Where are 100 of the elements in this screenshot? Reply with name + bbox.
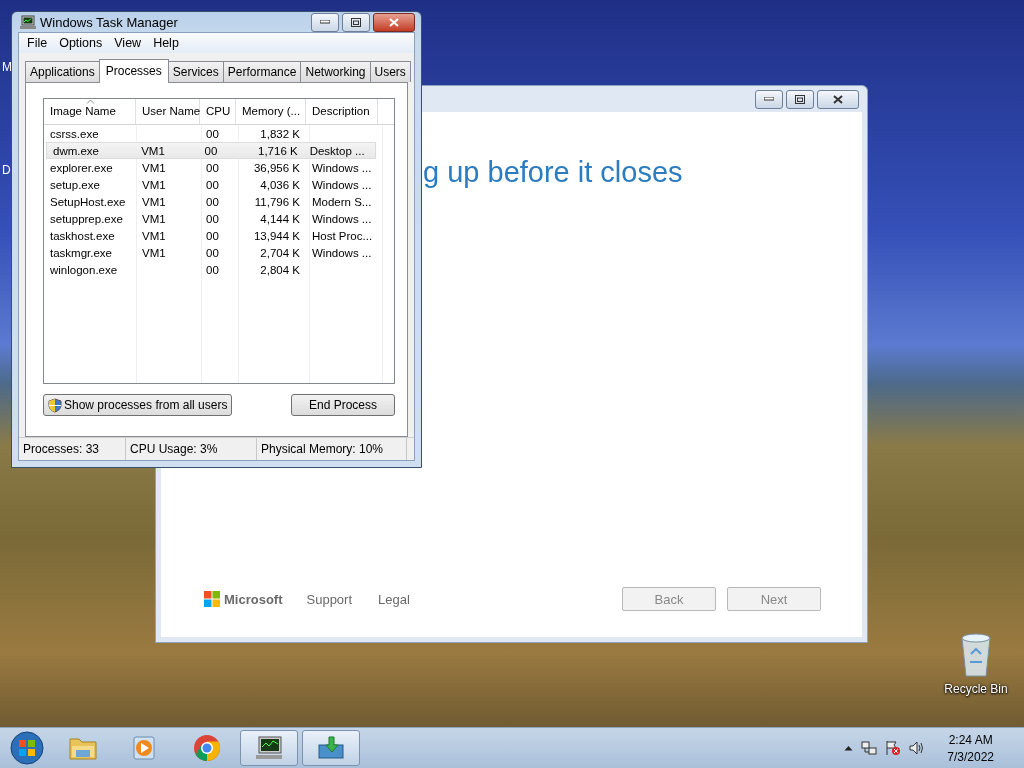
desktop-icon-label[interactable]: D [2,163,11,177]
table-cell-text: setup.exe [49,178,101,191]
minimize-icon [764,97,774,101]
show-all-users-button[interactable]: Show processes from all users [43,394,233,416]
table-cell-text: VM1 [141,161,167,174]
column-header[interactable]: Description [306,99,378,124]
close-icon [833,94,843,104]
process-row[interactable]: csrss.exe 00 1,832 K [44,125,394,142]
monitor-icon [254,735,284,761]
close-icon [389,17,399,27]
tab[interactable]: Performance [222,61,302,82]
table-cell-text: 00 [205,229,220,242]
table-cell-text: Windows ... [311,161,373,174]
recycle-bin-label: Recycle Bin [944,682,1008,696]
installer-icon [316,735,346,761]
table-cell-text: 00 [205,178,220,191]
recycle-bin-icon[interactable] [958,632,994,678]
table-cell-text: 13,944 K [252,229,301,242]
table-cell-text: Windows ... [311,212,373,225]
table-cell-text: VM1 [141,212,167,225]
status-text: Processes: 33 [19,438,126,460]
flag-icon[interactable] [885,740,902,756]
process-row[interactable]: taskhost.exe VM1 00 13,944 K Host Proc... [44,227,394,244]
minimize-button[interactable] [311,12,339,32]
status-text: Physical Memory: 10% [257,438,407,460]
column-header[interactable]: Memory (... [236,99,306,124]
tab[interactable]: Networking [300,61,371,82]
tab[interactable]: Processes [98,59,169,83]
menu-item[interactable]: Options [53,34,109,52]
table-cell-text: 00 [205,246,220,259]
table-cell-text: 00 [205,263,220,276]
maximize-icon [795,94,805,104]
desktop-icon-label[interactable]: M [2,60,12,74]
table-cell-text: Windows ... [311,246,373,259]
table-cell-text: VM1 [141,246,167,259]
clock-date[interactable]: 7/3/2022 [947,749,994,764]
table-cell-text: VM1 [140,144,166,157]
folder-icon [68,735,98,761]
volume-icon[interactable] [909,740,926,756]
table-cell-text: 00 [205,212,220,225]
menu-item[interactable]: File [21,34,54,52]
minimize-button[interactable] [755,89,783,109]
status-text: CPU Usage: 3% [126,438,257,460]
chrome-icon [193,734,221,762]
table-cell-text: Desktop ... [308,144,366,157]
minimize-icon [320,20,330,24]
table-cell-text: VM1 [141,178,167,191]
tab[interactable]: Services [167,61,224,82]
close-button[interactable] [373,12,415,32]
tab[interactable]: Users [369,61,411,82]
footer-link[interactable]: Legal [378,591,410,607]
network-icon[interactable] [861,740,878,756]
process-row[interactable]: explorer.exe VM1 00 36,956 K Windows ... [44,159,394,176]
process-row[interactable]: dwm.exe VM1 00 1,716 K Desktop ... [46,142,376,159]
clock-time[interactable]: 2:24 AM [948,732,993,747]
table-cell-text: setupprep.exe [49,212,124,225]
table-cell-text: taskmgr.exe [49,246,113,259]
table-cell-text: dwm.exe [52,144,101,157]
column-header[interactable]: CPU [200,99,236,124]
table-cell-text: csrss.exe [49,127,100,140]
monitor-icon [20,15,36,29]
taskbar-button[interactable] [240,730,298,766]
table-cell-text: VM1 [141,195,167,208]
table-cell-text: explorer.exe [49,161,114,174]
table-cell-text: winlogon.exe [49,263,119,276]
column-header[interactable]: User Name [136,99,200,124]
end-process-button[interactable]: End Process [290,394,395,416]
window-title: Windows Task Manager [40,14,179,30]
show-hidden-icons-icon[interactable] [844,745,854,751]
table-cell-text: 11,796 K [253,195,301,208]
table-cell-text: taskhost.exe [49,229,116,242]
process-row[interactable]: winlogon.exe 00 2,804 K [44,261,394,278]
maximize-button[interactable] [786,89,814,109]
process-row[interactable]: setupprep.exe VM1 00 4,144 K Windows ... [44,210,394,227]
process-row[interactable]: taskmgr.exe VM1 00 2,704 K Windows ... [44,244,394,261]
table-cell-text: 00 [205,195,220,208]
column-header[interactable]: Image Name [44,99,136,124]
close-button[interactable] [817,89,859,109]
maximize-icon [351,17,361,27]
menu-item[interactable]: View [108,34,148,52]
table-cell-text: 4,036 K [259,178,301,191]
maximize-button[interactable] [342,12,370,32]
process-row[interactable]: setup.exe VM1 00 4,036 K Windows ... [44,176,394,193]
footer-link[interactable]: Support [306,591,353,607]
table-cell-text: 00 [205,161,220,174]
start-button[interactable] [9,730,45,766]
table-cell-text: 1,716 K [257,144,299,157]
microsoft-logo: Microsoft [204,591,283,607]
table-cell-text: 00 [203,144,219,157]
setup-heading: g up before it closes [423,156,683,189]
table-cell-text: Modern S... [311,195,373,208]
table-cell-text: SetupHost.exe [49,195,127,208]
table-cell-text: 2,704 K [259,246,301,259]
tab[interactable]: Applications [25,61,100,82]
table-cell-text: 36,956 K [252,161,301,174]
table-cell-text: Windows ... [311,178,373,191]
process-row[interactable]: SetupHost.exe VM1 00 11,796 K Modern S... [44,193,394,210]
table-cell-text: 4,144 K [259,212,301,225]
menu-item[interactable]: Help [147,34,185,52]
shield-icon [48,397,62,413]
